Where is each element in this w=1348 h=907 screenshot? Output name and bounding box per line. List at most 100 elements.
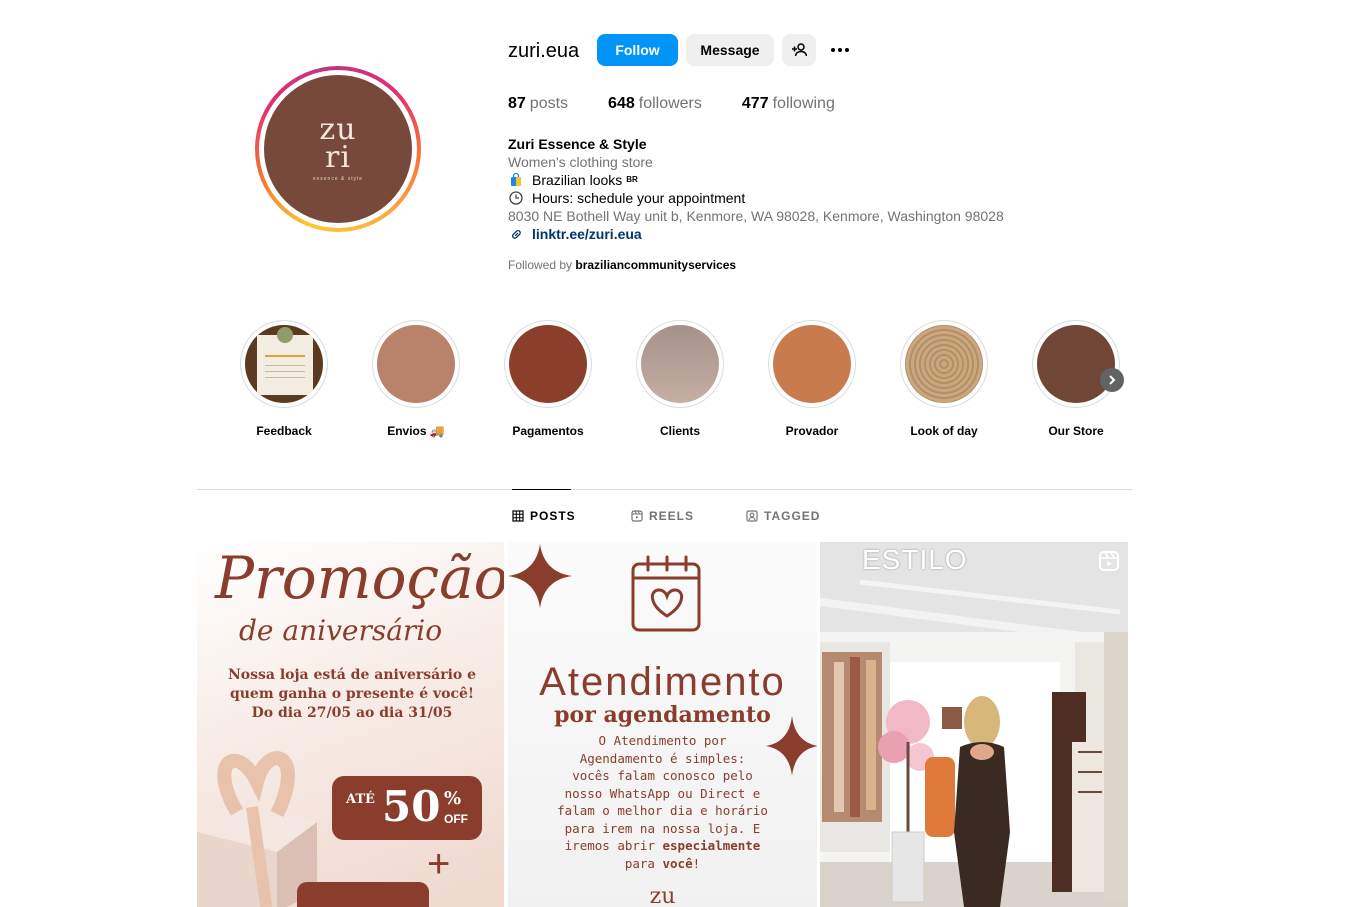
plus-icon: +: [427, 842, 451, 886]
highlight-cover: [245, 325, 323, 403]
highlight-look-of-day[interactable]: Look of day: [900, 320, 988, 438]
more-options-button[interactable]: [827, 40, 853, 60]
profile-stats: 87 posts 648 followers 477 following: [508, 95, 875, 113]
profile-avatar-ring[interactable]: zu ri essence & style: [255, 66, 421, 232]
followed-by-prefix: Followed by: [508, 258, 573, 272]
highlight-pagamentos[interactable]: Pagamentos: [504, 320, 592, 438]
highlight-provador[interactable]: Provador: [768, 320, 856, 438]
post-tile[interactable]: Promoção de aniversário Nossa loja está …: [197, 542, 504, 907]
more-dot-icon: [831, 48, 835, 52]
post2-logo: zu: [649, 884, 676, 907]
follow-button[interactable]: Follow: [597, 34, 678, 66]
highlight-label: Provador: [785, 424, 839, 438]
post2-text-line: nosso WhatsApp ou Direct e: [564, 785, 761, 801]
store-photo: [820, 542, 1128, 907]
tab-active-indicator: [512, 489, 571, 490]
post2-text-line: para irem na nossa loja. E: [564, 820, 761, 836]
highlight-label: Feedback: [256, 424, 312, 438]
bio-address[interactable]: 8030 NE Bothell Way unit b, Kenmore, WA …: [508, 207, 1004, 225]
discount-ate: ATÉ: [346, 792, 375, 807]
stat-followers[interactable]: 648 followers: [608, 95, 702, 113]
post2-text: O Atendimento por Agendamento é simples:…: [548, 732, 777, 872]
post2-text-line: vocês falam conosco pelo: [572, 768, 753, 783]
add-user-icon: [792, 43, 807, 57]
highlight-cover: [641, 325, 719, 403]
post2-text-bold: você: [662, 855, 693, 871]
bio-line-hours: Hours: schedule your appointment: [508, 189, 1004, 207]
bio-line-looks: Brazilian looks BR: [508, 171, 1004, 189]
reels-icon: [631, 510, 643, 522]
discount-value: 50: [382, 782, 441, 831]
highlight-ring: [636, 320, 724, 408]
highlight-ring: [504, 320, 592, 408]
avatar-logo-bottom: ri: [325, 140, 351, 175]
highlight-label: Envios 🚚: [387, 424, 445, 438]
stat-followers-value: 648: [608, 95, 635, 112]
post1-bottom-banner: [297, 882, 429, 907]
post2-text-line: Agendamento é simples:: [579, 750, 746, 766]
stat-posts-value: 87: [508, 95, 526, 112]
bio-looks-text: Brazilian looks: [532, 172, 623, 188]
post1-text-line: Do dia 27/05 ao dia 31/05: [251, 705, 453, 721]
highlight-label: Clients: [659, 424, 700, 438]
highlight-cover: [1037, 325, 1115, 403]
highlight-cover: [905, 325, 983, 403]
post1-text-line: Nossa loja está de aniversário e: [227, 667, 477, 683]
post1-subtitle: de aniversário: [239, 614, 443, 647]
stat-posts-label: posts: [529, 95, 569, 112]
highlight-feedback[interactable]: Feedback: [240, 320, 328, 438]
chevron-right-icon: [1109, 375, 1116, 385]
bio-link-row[interactable]: linktr.ee/zuri.eua: [508, 225, 1004, 243]
highlight-ring: [768, 320, 856, 408]
profile-username[interactable]: zuri.eua: [508, 40, 579, 63]
bio-hours-text: Hours: schedule your appointment: [532, 190, 746, 206]
post2-text-line: iremos abrir especialmente: [548, 837, 777, 855]
highlight-cover: [773, 325, 851, 403]
post1-title: Promoção: [215, 544, 504, 612]
link-icon: [508, 228, 524, 241]
discount-percent-sign: %: [444, 788, 462, 809]
message-button[interactable]: Message: [686, 34, 774, 66]
highlight-cover: [377, 325, 455, 403]
tab-tagged-label: TAGGED: [764, 509, 821, 523]
sparkle-icon: [508, 544, 572, 608]
highlight-ring: [1032, 320, 1120, 408]
highlights-next-button[interactable]: [1100, 368, 1124, 392]
highlight-label: Look of day: [910, 424, 978, 438]
bio-category: Women's clothing store: [508, 154, 653, 170]
post2-text-line: para você!: [548, 855, 777, 873]
post1-text: Nossa loja está de aniversário e quem ga…: [227, 666, 477, 723]
post2-text-line: O Atendimento por: [598, 733, 727, 748]
tab-reels-label: REELS: [649, 509, 695, 523]
discount-off: OFF: [444, 812, 468, 826]
stat-following-label: following: [772, 95, 835, 112]
tab-posts-label: POSTS: [530, 509, 576, 523]
tab-reels[interactable]: REELS: [631, 509, 694, 523]
tagged-icon: [746, 510, 758, 522]
post2-text-line: falam o melhor dia e horário: [557, 803, 768, 818]
highlight-ring: [900, 320, 988, 408]
story-highlights: Feedback Envios 🚚 Pagamentos Clients Pro…: [240, 320, 1140, 440]
highlight-clients[interactable]: Clients: [636, 320, 724, 438]
tab-posts[interactable]: POSTS: [512, 509, 576, 523]
post-tile[interactable]: ESTILO: [820, 542, 1128, 907]
more-dot-icon: [838, 48, 842, 52]
suggest-users-button[interactable]: [782, 34, 816, 66]
stat-posts[interactable]: 87 posts: [508, 95, 568, 113]
highlight-cover: [509, 325, 587, 403]
avatar[interactable]: zu ri essence & style: [264, 75, 412, 223]
stat-following-value: 477: [741, 95, 769, 112]
grid-icon: [512, 510, 524, 522]
more-dot-icon: [845, 48, 849, 52]
bio-link[interactable]: linktr.ee/zuri.eua: [532, 225, 642, 243]
reel-icon: [1099, 551, 1119, 571]
avatar-logo-sub: essence & style: [312, 176, 364, 182]
post-tile[interactable]: Atendimento por agendamento O Atendiment…: [508, 542, 817, 907]
stat-following[interactable]: 477 following: [742, 95, 835, 113]
avatar-gap: zu ri essence & style: [259, 70, 417, 228]
highlight-envios[interactable]: Envios 🚚: [372, 320, 460, 438]
followed-by[interactable]: Followed by braziliancommunityservices: [508, 258, 736, 272]
post2-text-part: iremos abrir: [564, 838, 655, 853]
tab-tagged[interactable]: TAGGED: [746, 509, 820, 523]
post2-title: Atendimento: [539, 660, 786, 704]
